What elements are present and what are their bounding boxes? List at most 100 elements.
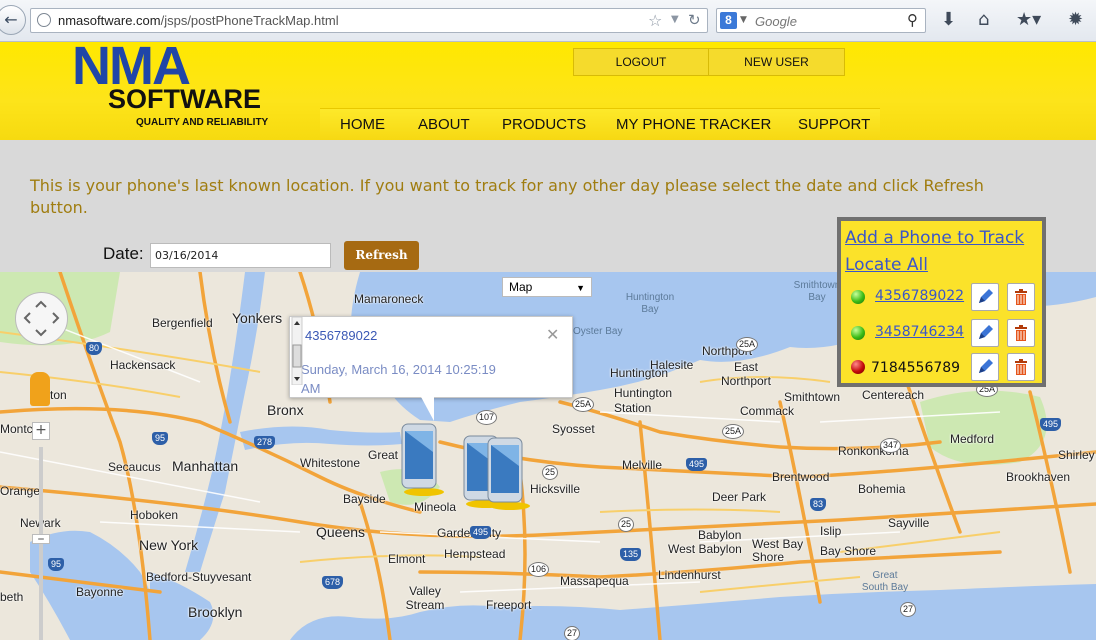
edit-button[interactable] [971,319,999,347]
map-label: Queens [316,524,366,540]
map-label: Lindenhurst [658,568,721,582]
highway-shield: 25A [722,424,745,439]
highway-shield: 80 [86,342,103,355]
bookmarks-menu-icon[interactable]: ★▾ [1016,9,1041,30]
engine-dropdown-icon[interactable]: ▼ [740,15,747,25]
nav-about[interactable]: ABOUT [418,109,470,141]
logout-button[interactable]: LOGOUT [574,49,708,75]
pencil-icon [979,289,993,303]
url-text: nmasoftware.com/jsps/postPhoneTrackMap.h… [58,13,339,28]
bookmark-star-icon[interactable]: ☆ [648,11,662,30]
phone-row: 7184556789 [845,351,1041,385]
map-label: Halesite [650,358,694,372]
search-placeholder: Google [755,14,797,29]
highway-shield: 678 [322,576,344,589]
phone-tracker-panel: Add a Phone to Track Locate All 43567890… [837,217,1046,387]
map-label: Valley Stream [405,584,445,612]
nav-products[interactable]: PRODUCTS [502,109,586,141]
street-view-pegman-icon[interactable] [30,372,50,406]
locate-all-link[interactable]: Locate All [845,255,928,275]
map-label: Whitestone [300,456,361,470]
phone-marker-icon[interactable] [400,422,444,496]
refresh-button[interactable]: Refresh [344,241,419,270]
home-icon[interactable]: ⌂ [978,9,989,30]
phone-link[interactable]: 3458746234 [875,324,964,340]
status-online-icon [851,326,865,340]
nav-support[interactable]: SUPPORT [798,109,870,141]
info-scrollbar[interactable] [290,317,304,385]
delete-button[interactable] [1007,319,1035,347]
highway-shield: 95 [48,558,65,571]
search-icon[interactable]: ⚲ [907,11,918,29]
map-label: Bronx [267,402,304,418]
add-phone-link[interactable]: Add a Phone to Track [845,228,1024,248]
edit-button[interactable] [971,353,999,381]
trash-icon [1015,325,1027,341]
search-bar[interactable]: 8 ▼ Google ⚲ [716,8,926,33]
map-label: Orange [0,484,41,498]
info-window-pointer [420,395,434,421]
google-engine-icon[interactable]: 8 [720,12,737,29]
map-label: Bayside [343,492,386,506]
delete-button[interactable] [1007,283,1035,311]
info-phone-number[interactable]: 4356789022 [305,328,377,343]
highway-shield: 495 [1040,418,1062,431]
map-label: West Babylon [668,542,742,556]
extension-icon[interactable]: ✹ [1068,9,1083,30]
pencil-icon [979,325,993,339]
date-label: Date: [103,244,144,263]
download-icon[interactable]: ⬇ [941,9,956,30]
map-label: Brooklyn [188,604,243,620]
date-input[interactable]: 03/16/2014 [150,243,331,268]
map-label: Centereach [862,388,925,402]
map-label: ton [50,388,67,402]
map-label: Medford [950,432,995,446]
zoom-slider-handle[interactable]: – [32,532,50,546]
map-label: Bergenfield [152,316,213,330]
highway-shield: 27 [900,602,917,617]
map-type-selector[interactable]: Map ▼ [502,277,592,297]
map-label: Melville [622,458,663,472]
back-button[interactable]: ← [0,5,26,35]
map-label: New York [139,537,199,553]
phone-number: 7184556789 [871,360,961,376]
map-label: Sayville [888,516,930,530]
map-label: Huntington Station [614,386,673,415]
edit-button[interactable] [971,283,999,311]
address-bar[interactable]: nmasoftware.com/jsps/postPhoneTrackMap.h… [30,8,708,33]
map-label: Deer Park [712,490,767,504]
logo-subtitle: SOFTWARE [108,84,261,114]
highway-shield: 25 [618,517,635,532]
water-label: Great South Bay [861,570,909,593]
map-label: Brookhaven [1006,470,1071,484]
highway-shield: 347 [880,438,902,453]
nav-my-phone-tracker[interactable]: MY PHONE TRACKER [616,109,771,141]
map-label: Brentwood [772,470,830,484]
status-offline-icon [851,360,865,374]
nav-home[interactable]: HOME [340,109,385,141]
highway-shield: 495 [470,526,492,539]
highway-shield: 107 [476,410,498,425]
map-label: Hackensack [110,358,176,372]
pan-control[interactable] [15,292,68,345]
close-icon[interactable]: ✕ [546,325,559,344]
phone-link[interactable]: 4356789022 [875,288,964,304]
highway-shield: 83 [810,498,827,511]
zoom-in-button[interactable]: + [32,422,50,440]
map-label: East Northport [720,360,772,388]
map-label: Hempstead [444,547,506,561]
history-dropdown-icon[interactable]: ▼ [671,14,679,25]
marker-info-window: 4356789022 Sunday, March 16, 2014 10:25:… [289,316,573,398]
map-label: Babylon [698,528,742,542]
phone-marker-icon[interactable] [486,436,530,510]
map-label: Mamaroneck [354,292,424,306]
main-nav: HOME ABOUT PRODUCTS MY PHONE TRACKER SUP… [320,108,880,141]
highway-shield: 27 [564,626,581,640]
reload-icon[interactable]: ↻ [688,11,701,29]
back-arrow-icon: ← [4,10,18,29]
new-user-button[interactable]: NEW USER [709,49,844,75]
pencil-icon [979,359,993,373]
map-label: Bohemia [858,482,906,496]
water-label: Smithtown Bay [793,280,841,303]
delete-button[interactable] [1007,353,1035,381]
